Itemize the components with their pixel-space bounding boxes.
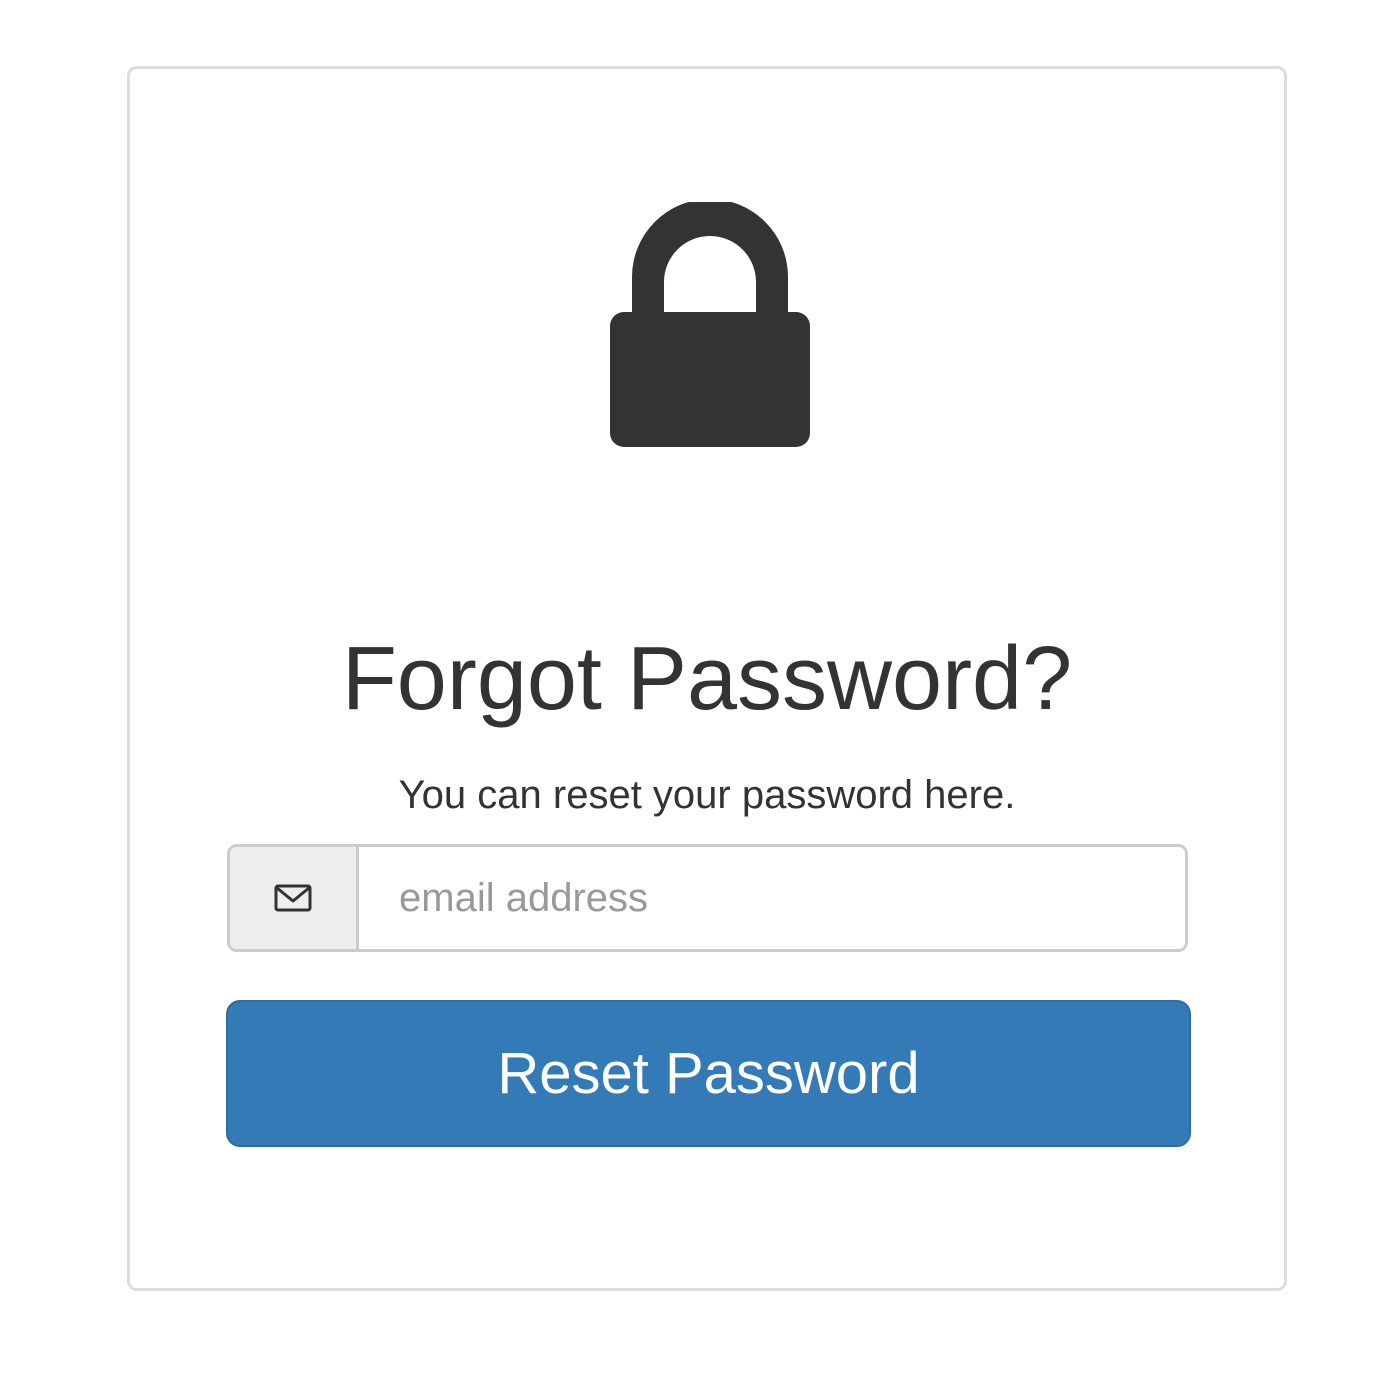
- reset-password-button[interactable]: Reset Password: [226, 1000, 1191, 1147]
- page-title: Forgot Password?: [341, 629, 1073, 729]
- forgot-password-panel: Forgot Password? You can reset your pass…: [127, 66, 1287, 1291]
- envelope-icon: [274, 883, 312, 913]
- page: Forgot Password? You can reset your pass…: [0, 0, 1400, 1400]
- email-field[interactable]: [359, 847, 1185, 949]
- email-addon: [230, 847, 359, 949]
- lock-icon: [610, 202, 810, 447]
- email-input-group: [227, 844, 1188, 952]
- page-subtitle: You can reset your password here.: [398, 773, 1016, 817]
